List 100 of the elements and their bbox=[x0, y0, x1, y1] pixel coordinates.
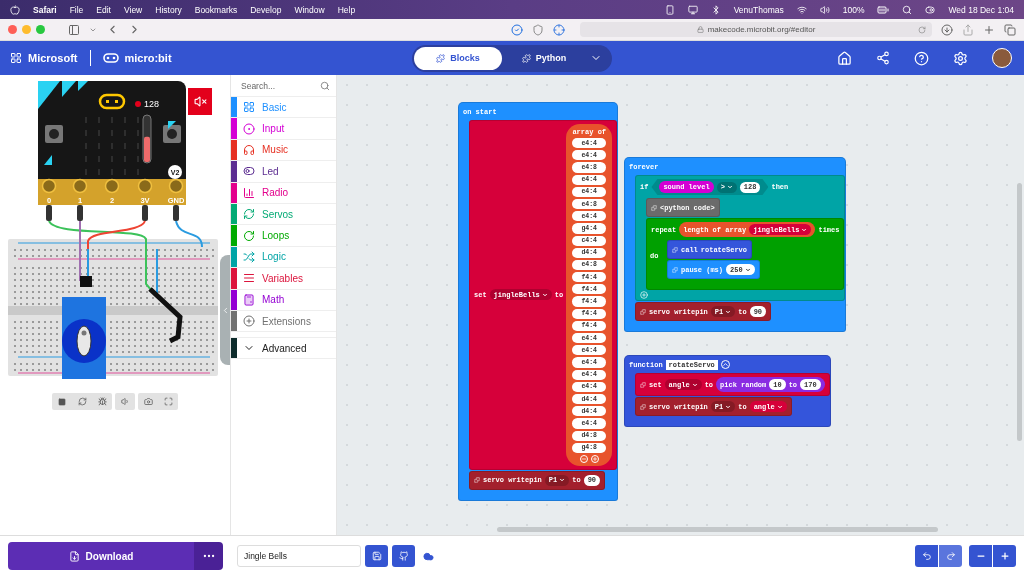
reload-icon[interactable] bbox=[918, 25, 926, 34]
menu-item[interactable]: View bbox=[124, 4, 143, 15]
menu-item[interactable]: History bbox=[155, 4, 182, 15]
menu-item[interactable]: File bbox=[69, 4, 84, 15]
menu-item[interactable]: Edit bbox=[96, 4, 111, 15]
category-label: Servos bbox=[262, 208, 294, 220]
caret-icon bbox=[744, 266, 751, 273]
battery-percent: 100% bbox=[842, 4, 865, 15]
category-label: Basic bbox=[262, 101, 287, 113]
undo-button[interactable] bbox=[915, 545, 938, 567]
zoom-button[interactable] bbox=[36, 25, 45, 34]
toggle-icon bbox=[243, 165, 255, 178]
block-icon bbox=[672, 266, 678, 273]
category-label: Extensions bbox=[262, 315, 311, 327]
mute-button[interactable] bbox=[188, 88, 212, 115]
microbit-logo-icon bbox=[102, 53, 119, 63]
menu-item[interactable]: Window bbox=[294, 4, 325, 15]
block-icon bbox=[672, 246, 678, 253]
category-label: Variables bbox=[262, 272, 303, 284]
bluetooth-icon[interactable] bbox=[710, 4, 721, 15]
camera-icon bbox=[143, 397, 153, 406]
zoom-out-button[interactable] bbox=[969, 545, 992, 567]
block-icon bbox=[640, 308, 646, 315]
horizontal-scrollbar[interactable] bbox=[497, 527, 938, 532]
undo-icon bbox=[921, 551, 932, 561]
settings-icon[interactable] bbox=[953, 50, 968, 66]
zoom-in-button[interactable] bbox=[993, 545, 1016, 567]
redo-button[interactable] bbox=[939, 545, 962, 567]
volume-icon[interactable] bbox=[819, 4, 830, 15]
speaker-icon bbox=[120, 397, 130, 406]
bug-icon bbox=[97, 397, 107, 406]
save-button[interactable] bbox=[365, 545, 388, 567]
caret-icon bbox=[801, 226, 808, 233]
headphones-icon bbox=[243, 143, 255, 156]
more-button[interactable] bbox=[194, 542, 223, 570]
sound-reading: 128 bbox=[144, 99, 160, 109]
help-icon[interactable] bbox=[914, 50, 929, 66]
add-icon[interactable] bbox=[640, 291, 648, 299]
search-field[interactable]: Search... bbox=[239, 79, 319, 92]
advanced-category[interactable]: Advanced bbox=[231, 337, 336, 360]
check-circle-icon[interactable] bbox=[511, 23, 523, 36]
mode-tab[interactable]: Blocks bbox=[414, 46, 502, 70]
home-icon[interactable] bbox=[837, 50, 852, 66]
collapse-handle[interactable] bbox=[220, 255, 230, 365]
apple-icon[interactable] bbox=[10, 4, 20, 15]
toolbox-category[interactable]: Math bbox=[231, 289, 336, 311]
search-icon[interactable] bbox=[320, 80, 330, 91]
sidebar-icon[interactable] bbox=[68, 23, 80, 36]
search-icon[interactable] bbox=[902, 4, 913, 15]
mode-tab[interactable]: Python bbox=[502, 46, 586, 70]
zoom-in-icon bbox=[999, 551, 1010, 561]
toolbox-category[interactable]: Input bbox=[231, 118, 336, 140]
caret-icon bbox=[726, 184, 733, 190]
caret-icon bbox=[691, 381, 698, 388]
toolbox-category[interactable]: Music bbox=[231, 139, 336, 162]
toolbox-category[interactable]: Variables bbox=[231, 268, 336, 290]
new-tab-icon[interactable] bbox=[983, 23, 995, 36]
shield-icon[interactable] bbox=[532, 23, 544, 36]
collapse-icon[interactable] bbox=[720, 360, 730, 369]
caret-icon bbox=[776, 403, 783, 410]
caret-icon bbox=[725, 403, 732, 410]
menu-item[interactable]: Help bbox=[337, 4, 356, 15]
target-icon bbox=[243, 122, 255, 135]
file-download-icon bbox=[68, 550, 80, 562]
monitor-icon[interactable] bbox=[687, 4, 698, 15]
project-name-field[interactable]: Jingle Bells bbox=[237, 545, 361, 567]
toolbox-category[interactable]: Radio bbox=[231, 182, 336, 204]
tabs-icon[interactable] bbox=[1004, 23, 1016, 36]
toolbox-category[interactable]: Extensions bbox=[231, 310, 336, 333]
menu-item[interactable]: Develop bbox=[250, 4, 282, 15]
github-button[interactable] bbox=[392, 545, 415, 567]
category-label: Radio bbox=[262, 187, 289, 199]
github-icon bbox=[398, 551, 409, 561]
close-button[interactable] bbox=[8, 25, 17, 34]
battery-icon[interactable] bbox=[877, 3, 890, 16]
address-bar[interactable]: makecode.microbit.org/#editor bbox=[580, 22, 932, 37]
menu-item[interactable]: Bookmarks bbox=[194, 4, 238, 15]
menu-app-name[interactable]: Safari bbox=[33, 4, 57, 15]
control-center-icon[interactable] bbox=[925, 4, 936, 15]
product-name[interactable]: micro:bit bbox=[124, 52, 172, 64]
download-icon[interactable] bbox=[941, 23, 953, 36]
version-badge bbox=[168, 165, 182, 179]
phone-icon[interactable] bbox=[664, 4, 675, 15]
category-label: Logic bbox=[262, 251, 286, 263]
calculator-icon bbox=[243, 293, 255, 306]
download-button[interactable]: Download bbox=[8, 542, 194, 570]
category-label: Led bbox=[262, 165, 279, 177]
signal-bars-icon bbox=[243, 186, 255, 199]
avatar[interactable] bbox=[992, 48, 1012, 68]
user-name[interactable]: VenuThomas bbox=[733, 4, 784, 15]
cloud-icon[interactable] bbox=[423, 550, 434, 562]
brand-name[interactable]: Microsoft bbox=[28, 52, 78, 64]
windows-logo-icon bbox=[10, 52, 22, 64]
plus-icon[interactable] bbox=[590, 454, 599, 463]
crosshair-icon[interactable] bbox=[553, 23, 565, 36]
wifi-icon[interactable] bbox=[796, 4, 807, 15]
vertical-scrollbar[interactable] bbox=[1017, 183, 1022, 441]
toolbox-category[interactable]: Led bbox=[231, 161, 336, 183]
share-icon[interactable] bbox=[876, 51, 890, 65]
clock[interactable]: Wed 18 Dec 1:04 bbox=[948, 4, 1014, 15]
